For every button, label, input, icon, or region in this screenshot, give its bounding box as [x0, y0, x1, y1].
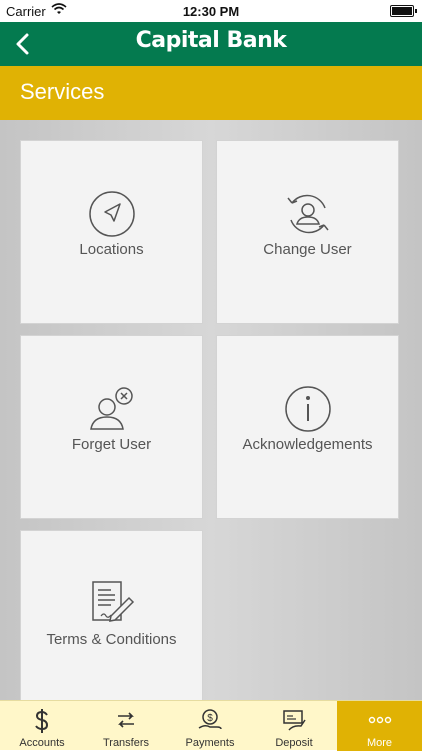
location-arrow-icon [88, 191, 135, 237]
tab-transfers[interactable]: Transfers [84, 701, 168, 751]
bank-logo: Capital Bank [0, 28, 422, 53]
tile-acknowledgements[interactable]: Acknowledgements [216, 335, 399, 519]
logo-text: Capital Bank [135, 28, 287, 53]
payment-icon: $ [198, 709, 222, 730]
tab-accounts[interactable]: Accounts [0, 701, 84, 751]
change-user-icon [286, 194, 329, 234]
tab-label: Payments [185, 737, 235, 749]
info-icon [284, 386, 331, 432]
tile-change-user[interactable]: Change User [216, 140, 399, 324]
svg-text:$: $ [207, 713, 213, 724]
tile-label: Locations [79, 241, 144, 258]
battery-icon [390, 5, 417, 17]
tab-deposit[interactable]: Deposit [252, 701, 336, 751]
tile-locations[interactable]: Locations [20, 140, 203, 324]
tile-terms-conditions[interactable]: Terms & Conditions [20, 530, 203, 714]
tile-label: Change User [263, 241, 352, 258]
tab-label: Deposit [275, 737, 313, 749]
check-deposit-icon [283, 710, 306, 731]
tab-payments[interactable]: $ Payments [168, 701, 252, 751]
tab-label: Accounts [19, 737, 65, 749]
tile-label: Forget User [71, 436, 152, 453]
tile-label: Acknowledgements [242, 436, 373, 453]
title-bar: Services [0, 66, 422, 120]
tab-more[interactable]: More [337, 701, 422, 751]
tab-bar: Accounts Transfers $ Payments Deposit Mo… [0, 700, 422, 751]
services-grid: Locations Change User Forget User Acknow… [0, 120, 422, 714]
document-icon [91, 581, 134, 622]
tile-label: Terms & Conditions [46, 631, 177, 648]
tab-label: Transfers [102, 737, 150, 749]
transfer-icon [118, 712, 134, 728]
page-title: Services [20, 79, 105, 104]
clock: 12:30 PM [182, 4, 240, 19]
dollar-icon [35, 709, 49, 733]
status-bar: Carrier 12:30 PM [0, 0, 422, 22]
more-icon [368, 716, 391, 724]
top-navigation-bar: Capital Bank [0, 22, 422, 66]
tab-label: More [366, 737, 393, 749]
forget-user-icon [89, 387, 133, 430]
tile-forget-user[interactable]: Forget User [20, 335, 203, 519]
